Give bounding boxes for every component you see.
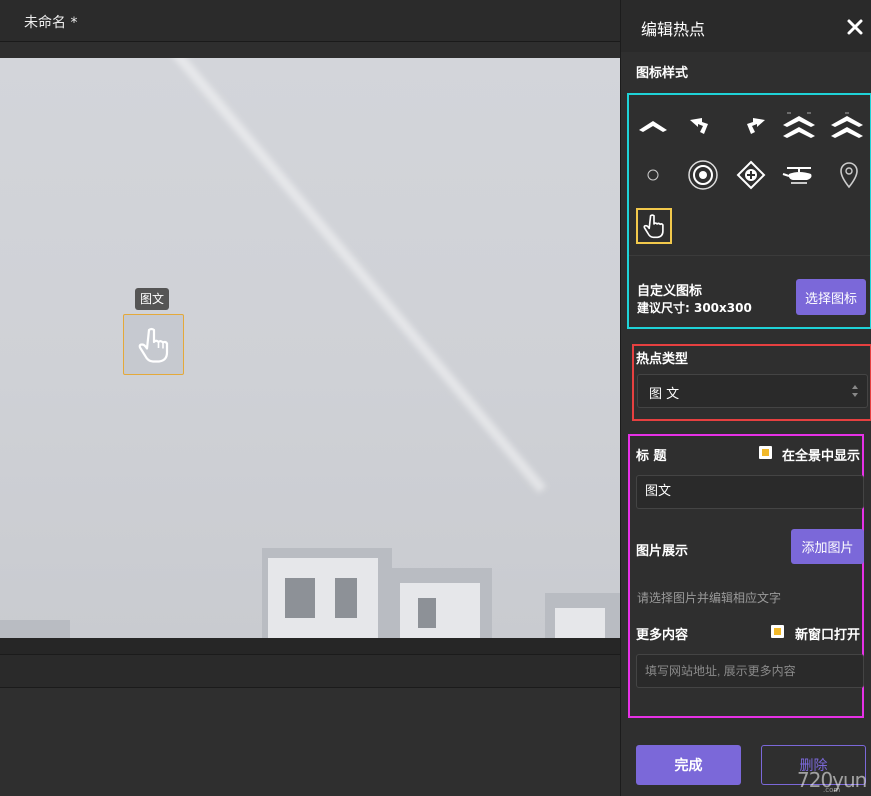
turn-left-arrow-icon — [690, 118, 708, 134]
images-hint: 请选择图片并编辑相应文字 — [637, 591, 782, 605]
hotspot-type-value: 图 文 — [649, 387, 680, 402]
buildings-skyline — [0, 538, 620, 638]
url-input[interactable] — [636, 654, 864, 688]
title-label: 标 题 — [636, 449, 667, 464]
done-button[interactable]: 完成 — [636, 745, 741, 785]
icon-option-chevron-up[interactable] — [635, 108, 671, 144]
pointing-hand-icon — [643, 214, 664, 239]
double-chevron-up-icon — [783, 112, 815, 138]
custom-icon-label: 自定义图标 — [637, 284, 703, 299]
hotspot-type-section: 热点类型 图 文 — [632, 344, 871, 421]
icon-option-target[interactable] — [685, 157, 721, 193]
diamond-marker-icon — [736, 160, 766, 190]
icon-option-double-chevron[interactable] — [781, 108, 817, 144]
bottom-area — [0, 688, 620, 796]
icon-option-turn-right[interactable] — [737, 108, 773, 144]
icon-option-map-pin[interactable] — [831, 157, 867, 193]
icon-option-small-circle[interactable] — [635, 157, 671, 193]
icon-option-pointing-hand[interactable] — [636, 208, 672, 244]
new-window-checkbox[interactable] — [771, 625, 784, 638]
custom-icon-hint: 建议尺寸: 300x300 — [637, 301, 752, 315]
small-circle-icon — [647, 169, 659, 181]
hotspot-type-label: 热点类型 — [636, 352, 689, 367]
panorama-view[interactable] — [0, 58, 620, 638]
title-input[interactable]: 图文 — [636, 475, 864, 509]
close-icon[interactable] — [846, 18, 864, 36]
icon-style-label: 图标样式 — [636, 66, 689, 81]
document-header: 未命名 * — [0, 0, 620, 42]
target-circle-icon — [688, 160, 718, 190]
divider — [629, 255, 870, 256]
choose-icon-button[interactable]: 选择图标 — [796, 279, 866, 315]
select-arrows-icon — [852, 385, 858, 397]
pointing-hand-icon — [138, 327, 168, 363]
icon-style-section: 自定义图标 建议尺寸: 300x300 选择图标 — [627, 93, 871, 329]
document-title: 未命名 * — [24, 15, 78, 31]
contrail-streak — [140, 58, 547, 493]
helicopter-icon — [782, 167, 812, 184]
icon-option-helicopter[interactable] — [781, 157, 817, 193]
timeline-bar — [0, 638, 620, 654]
edit-hotspot-panel: 编辑热点 图标样式 自定义图标 建议尺寸: 300x300 选择图标 热点类型 … — [620, 0, 871, 796]
icon-option-double-chevron-alt[interactable] — [829, 108, 865, 144]
add-image-button[interactable]: 添加图片 — [791, 529, 864, 564]
more-content-label: 更多内容 — [636, 628, 689, 643]
double-chevron-up-alt-icon — [831, 112, 863, 138]
hotspot-tooltip: 图文 — [135, 288, 170, 310]
hotspot-content-section: 标 题 在全景中显示 图文 图片展示 添加图片 请选择图片并编辑相应文字 更多内… — [628, 434, 864, 718]
map-pin-icon — [840, 162, 858, 189]
icon-option-diamond[interactable] — [733, 157, 769, 193]
toolbar-strip — [0, 654, 620, 688]
panel-header: 编辑热点 — [621, 0, 871, 52]
panel-title: 编辑热点 — [641, 20, 706, 39]
icon-option-turn-left[interactable] — [682, 108, 718, 144]
turn-right-arrow-icon — [747, 118, 765, 134]
show-in-pano-checkbox[interactable] — [759, 446, 772, 459]
show-in-pano-label: 在全景中显示 — [782, 449, 861, 464]
hotspot-marker[interactable] — [123, 314, 184, 375]
hotspot-type-select[interactable]: 图 文 — [637, 374, 868, 408]
watermark-logo-suffix: .com — [823, 786, 841, 794]
new-window-label: 新窗口打开 — [795, 628, 861, 643]
chevron-up-icon — [639, 121, 667, 132]
images-label: 图片展示 — [636, 544, 689, 559]
